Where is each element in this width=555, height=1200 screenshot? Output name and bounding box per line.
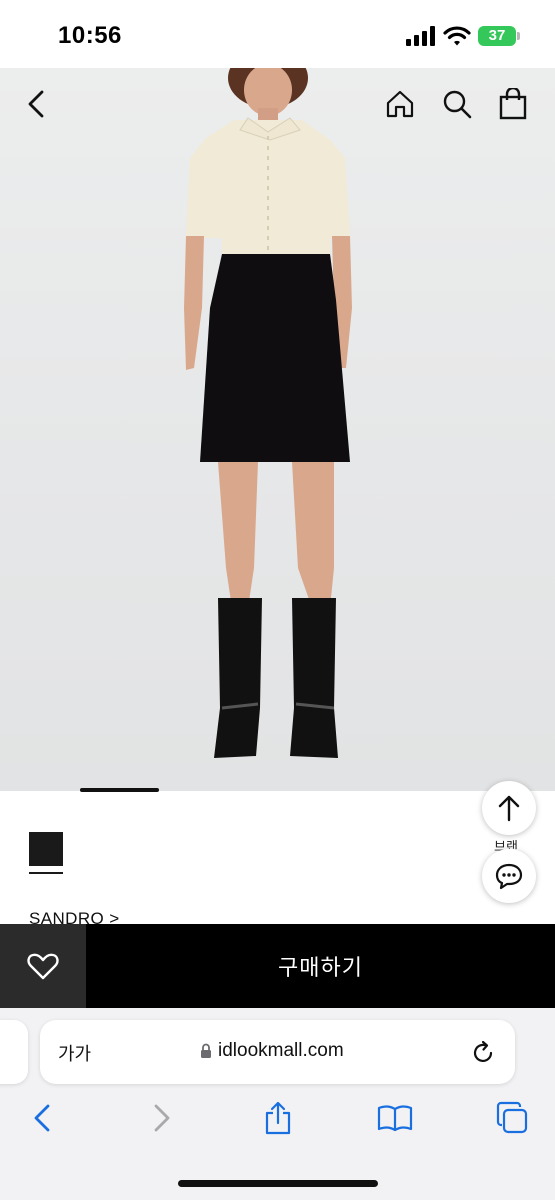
url-display[interactable]: idlookmall.com: [200, 1040, 344, 1062]
home-icon: [386, 90, 414, 118]
browser-back-button[interactable]: [22, 1098, 62, 1138]
text-size-button[interactable]: 가가: [58, 1040, 91, 1066]
home-button[interactable]: [380, 84, 420, 124]
status-time: 10:56: [58, 22, 122, 49]
bookmarks-icon: [377, 1105, 413, 1132]
chevron-left-icon: [28, 90, 44, 118]
share-button[interactable]: [258, 1098, 298, 1138]
lock-icon: [201, 1043, 211, 1058]
forward-icon: [154, 1104, 170, 1132]
url-text: idlookmall.com: [218, 1040, 344, 1061]
shopping-bag-button[interactable]: [493, 84, 533, 124]
app-screen: 10:56 37 SANDRO > 브랜 구매하기 가가 idlookmall.…: [0, 0, 555, 1200]
battery-indicator: 37: [478, 26, 516, 46]
reload-button[interactable]: [468, 1038, 498, 1068]
browser-forward-button[interactable]: [142, 1098, 182, 1138]
swatch-selected-underline: [29, 872, 63, 874]
home-indicator: [178, 1180, 378, 1187]
previous-tab-card[interactable]: [0, 1020, 28, 1084]
cellular-signal-icon: [406, 26, 435, 46]
browser-chrome: 가가 idlookmall.com: [0, 1008, 555, 1200]
product-image[interactable]: [0, 68, 555, 791]
model-illustration: [184, 68, 352, 758]
chat-bubble-icon: [495, 863, 523, 890]
wifi-icon: [443, 26, 471, 46]
product-info: SANDRO >: [0, 792, 555, 928]
buy-button[interactable]: 구매하기: [86, 924, 555, 1008]
reload-icon: [473, 1040, 493, 1062]
tabs-button[interactable]: [492, 1098, 532, 1138]
color-swatch[interactable]: [29, 832, 63, 866]
shopping-bag-icon: [499, 88, 527, 120]
scroll-top-button[interactable]: [482, 781, 536, 835]
search-icon: [443, 90, 472, 119]
address-bar[interactable]: 가가 idlookmall.com: [40, 1020, 515, 1084]
battery-tip: [517, 32, 520, 40]
search-button[interactable]: [437, 84, 477, 124]
share-icon: [265, 1101, 291, 1135]
arrow-up-icon: [498, 795, 520, 822]
purchase-bar: 구매하기: [0, 924, 555, 1008]
battery-level: 37: [488, 27, 506, 44]
chat-button[interactable]: [482, 849, 536, 903]
tabs-icon: [496, 1101, 528, 1134]
wishlist-button[interactable]: [0, 924, 86, 1008]
back-icon: [34, 1104, 50, 1132]
bookmarks-button[interactable]: [375, 1098, 415, 1138]
heart-icon: [27, 953, 59, 980]
status-bar: 10:56 37: [0, 0, 555, 68]
back-button[interactable]: [16, 84, 56, 124]
